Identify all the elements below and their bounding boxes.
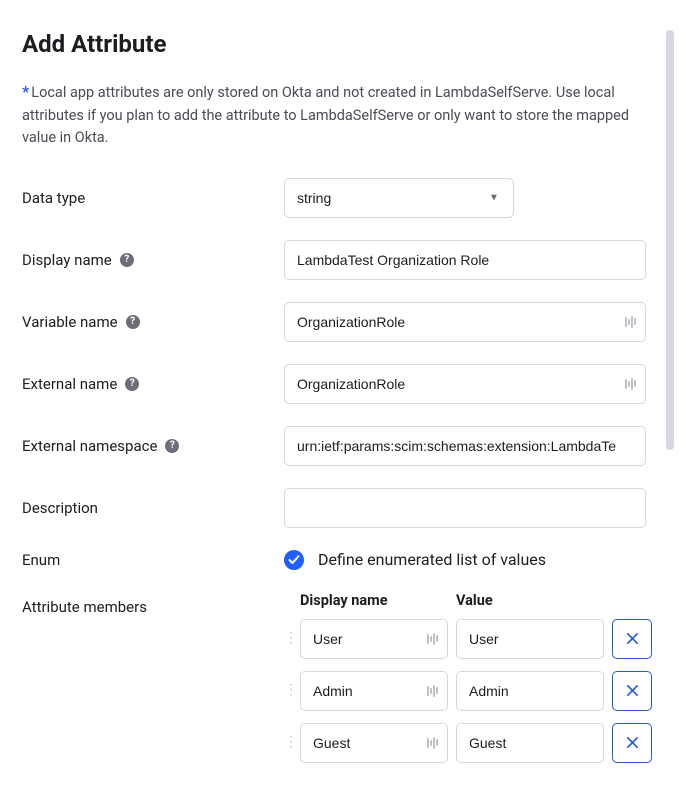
close-icon [626,736,639,749]
info-text: *Local app attributes are only stored on… [22,80,664,150]
close-icon [626,632,639,645]
member-value-input[interactable] [456,723,604,763]
page-title: Add Attribute [22,30,664,58]
variable-name-input[interactable] [284,302,646,342]
bars-icon [427,633,438,645]
close-icon [626,684,639,697]
member-row [284,671,664,711]
enum-checkbox[interactable] [284,550,304,570]
label-data-type: Data type [22,189,284,207]
label-external-namespace: External namespace [22,437,157,455]
member-row [284,619,664,659]
drag-handle-icon[interactable] [284,636,292,641]
bars-icon [625,316,636,328]
scrollbar[interactable] [666,30,674,490]
bars-icon [625,378,636,390]
external-name-input[interactable] [284,364,646,404]
remove-member-button[interactable] [612,723,652,763]
remove-member-button[interactable] [612,671,652,711]
data-type-select[interactable]: string [284,178,514,218]
members-header-display: Display name [300,592,456,609]
member-display-input[interactable] [300,619,448,659]
remove-member-button[interactable] [612,619,652,659]
label-enum: Enum [22,551,284,569]
label-attribute-members: Attribute members [22,592,284,775]
member-value-input[interactable] [456,671,604,711]
drag-handle-icon[interactable] [284,688,292,693]
member-value-input[interactable] [456,619,604,659]
asterisk-icon: * [22,82,29,101]
external-namespace-input[interactable] [284,426,646,466]
display-name-input[interactable] [284,240,646,280]
help-icon[interactable]: ? [125,377,139,391]
label-variable-name: Variable name [22,313,118,331]
help-icon[interactable]: ? [126,315,140,329]
members-header-value: Value [456,592,612,609]
member-display-input[interactable] [300,671,448,711]
enum-checkbox-label: Define enumerated list of values [318,550,546,569]
member-row [284,723,664,763]
bars-icon [427,737,438,749]
info-text-content: Local app attributes are only stored on … [22,84,629,146]
label-display-name: Display name [22,251,112,269]
help-icon[interactable]: ? [120,253,134,267]
member-display-input[interactable] [300,723,448,763]
label-description: Description [22,499,284,517]
help-icon[interactable]: ? [165,439,179,453]
label-external-name: External name [22,375,117,393]
check-icon [288,554,300,566]
bars-icon [427,685,438,697]
scrollbar-thumb[interactable] [666,30,674,450]
drag-handle-icon[interactable] [284,740,292,745]
description-input[interactable] [284,488,646,528]
